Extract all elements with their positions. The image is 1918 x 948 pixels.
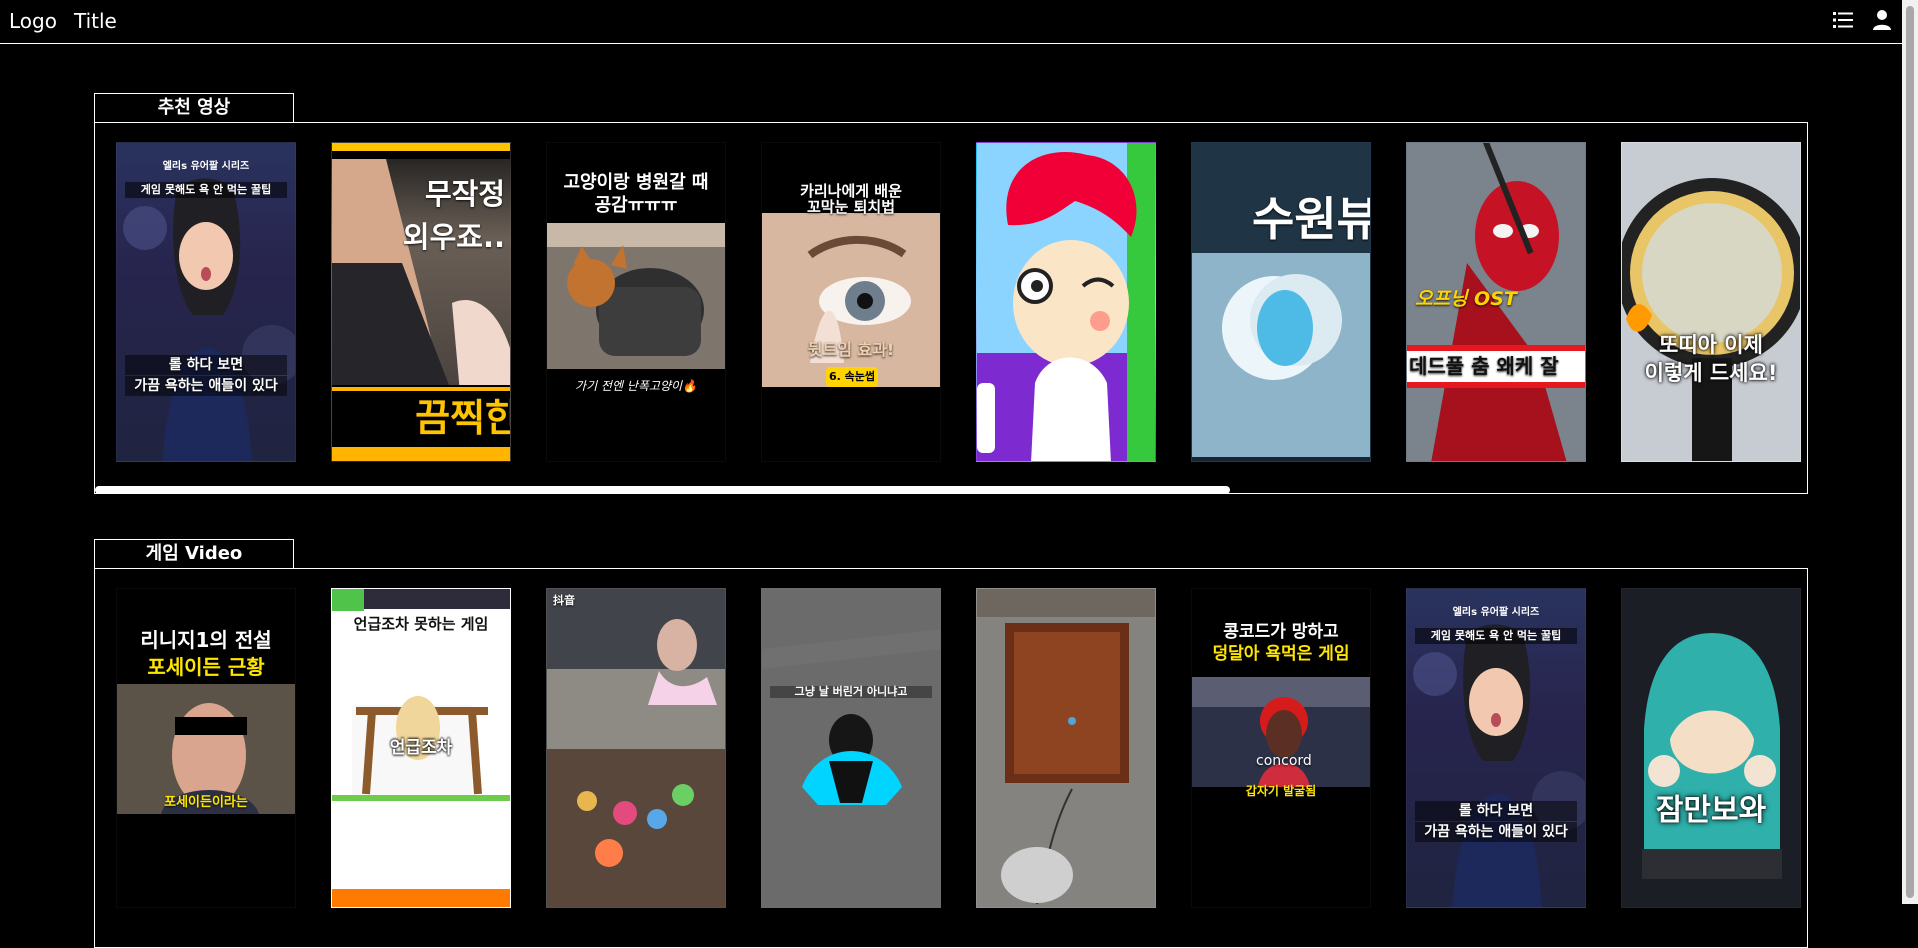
card-title: 수원뷰 xyxy=(1252,192,1371,246)
card-badge: 6. 속눈썹 xyxy=(826,367,878,387)
card-caption-line: 가끔 욕하는 애들이 있다 xyxy=(125,376,287,397)
video-card[interactable]: 또띠아 이제 이렇게 드세요! xyxy=(1621,142,1801,462)
card-caption-line: 롤 하다 보면 xyxy=(1415,801,1577,822)
card-title: 언급조차 못하는 게임 xyxy=(353,615,489,633)
card-caption: 갑자기 발굴됨 xyxy=(1245,784,1317,798)
carousel-scrollbar[interactable] xyxy=(95,486,1230,493)
video-card[interactable]: 엘리s 유어팔 시리즈 게임 못해도 욕 안 먹는 꿀팁 롤 하다 보면 가끔 … xyxy=(1406,588,1586,908)
card-caption: 포세이든이라는 xyxy=(164,795,248,810)
video-card[interactable] xyxy=(976,142,1156,462)
card-title: 그냥 날 버린거 아니냐고 xyxy=(770,685,932,699)
card-title: 오프닝 OST xyxy=(1415,288,1517,310)
video-card[interactable]: 고양이랑 병원갈 때 공감ㅠㅠㅠ 가기 전엔 난폭고양이🔥 xyxy=(546,142,726,462)
card-title: 공감ㅠㅠㅠ xyxy=(594,195,678,216)
card-subtitle: 엘리s 유어팔 시리즈 xyxy=(1452,607,1540,618)
video-card[interactable]: 엘리s 유어팔 시리즈 게임 못해도 욕 안 먹는 꿀팁 롤 하다 보면 가끔 … xyxy=(116,142,296,462)
video-card[interactable]: 抖音 xyxy=(546,588,726,908)
card-title: 고양이랑 병원갈 때 xyxy=(563,172,709,193)
game-carousel: 리니지1의 전설 포세이든 근황 포세이든이라는 언급조차 못하는 게임 언급조… xyxy=(94,568,1808,948)
video-card[interactable]: 리니지1의 전설 포세이든 근황 포세이든이라는 xyxy=(116,588,296,908)
video-card[interactable]: 수원뷰 xyxy=(1191,142,1371,462)
card-title: 또띠아 이제 xyxy=(1659,333,1763,357)
card-caption: 데드풀 춤 왜케 잘 xyxy=(1407,345,1585,388)
card-title: 무작정 xyxy=(424,177,505,211)
card-title: 콩코드가 망하고 xyxy=(1223,622,1339,642)
video-card[interactable]: 무작정 외우죠.. 끔찍한 xyxy=(331,142,511,462)
user-icon[interactable] xyxy=(1870,8,1894,32)
video-card[interactable]: 잠만보와 xyxy=(1621,588,1801,908)
video-card[interactable]: 카리나에게 배운 꼬막눈 퇴치법 뒷트임 효과! 6. 속눈썹 xyxy=(761,142,941,462)
card-caption: concord xyxy=(1256,753,1312,769)
card-caption: 언급조차 xyxy=(389,738,453,758)
card-title: 잠만보와 xyxy=(1655,793,1767,828)
top-navbar: Logo Title xyxy=(0,0,1902,44)
card-title: 꼬막눈 퇴치법 xyxy=(806,198,896,216)
page-scrollbar-thumb[interactable] xyxy=(1906,6,1914,898)
card-caption: 가기 전엔 난폭고양이🔥 xyxy=(575,379,697,393)
card-title: 외우죠.. xyxy=(402,220,505,254)
video-card[interactable]: 오프닝 OST 데드풀 춤 왜케 잘 xyxy=(1406,142,1586,462)
logo[interactable]: Logo xyxy=(9,8,57,34)
card-caption-line: 가끔 욕하는 애들이 있다 xyxy=(1415,822,1577,843)
video-card[interactable]: 언급조차 못하는 게임 언급조차 xyxy=(331,588,511,908)
list-icon[interactable] xyxy=(1831,8,1855,32)
card-caption-line: 롤 하다 보면 xyxy=(125,355,287,376)
card-title: 게임 못해도 욕 안 먹는 꿀팁 xyxy=(1415,628,1577,645)
video-card[interactable]: 콩코드가 망하고 덩달아 욕먹은 게임 concord 갑자기 발굴됨 xyxy=(1191,588,1371,908)
section-title-recommended: 추천 영상 xyxy=(94,93,294,123)
page-scrollbar[interactable] xyxy=(1902,0,1918,904)
video-card[interactable] xyxy=(976,588,1156,908)
card-title: 抖音 xyxy=(553,594,575,607)
recommended-carousel: 엘리s 유어팔 시리즈 게임 못해도 욕 안 먹는 꿀팁 롤 하다 보면 가끔 … xyxy=(94,122,1808,494)
section-title-game: 게임 Video xyxy=(94,539,294,569)
game-card-row: 리니지1의 전설 포세이든 근황 포세이든이라는 언급조차 못하는 게임 언급조… xyxy=(116,588,1801,908)
card-caption: 뒷트임 효과! xyxy=(807,340,895,359)
card-title: 덩달아 욕먹은 게임 xyxy=(1212,644,1350,664)
page-title: Title xyxy=(74,9,117,33)
card-title: 게임 못해도 욕 안 먹는 꿀팁 xyxy=(125,182,287,199)
card-title: 이렇게 드세요! xyxy=(1644,361,1778,385)
card-title: 리니지1의 전설 xyxy=(140,628,272,652)
card-title: 포세이든 근황 xyxy=(147,655,265,679)
recommended-card-row: 엘리s 유어팔 시리즈 게임 못해도 욕 안 먹는 꿀팁 롤 하다 보면 가끔 … xyxy=(116,142,1801,462)
card-caption: 끔찍한 xyxy=(415,396,511,440)
card-subtitle: 엘리s 유어팔 시리즈 xyxy=(162,161,250,172)
video-card[interactable]: 그냥 날 버린거 아니냐고 xyxy=(761,588,941,908)
